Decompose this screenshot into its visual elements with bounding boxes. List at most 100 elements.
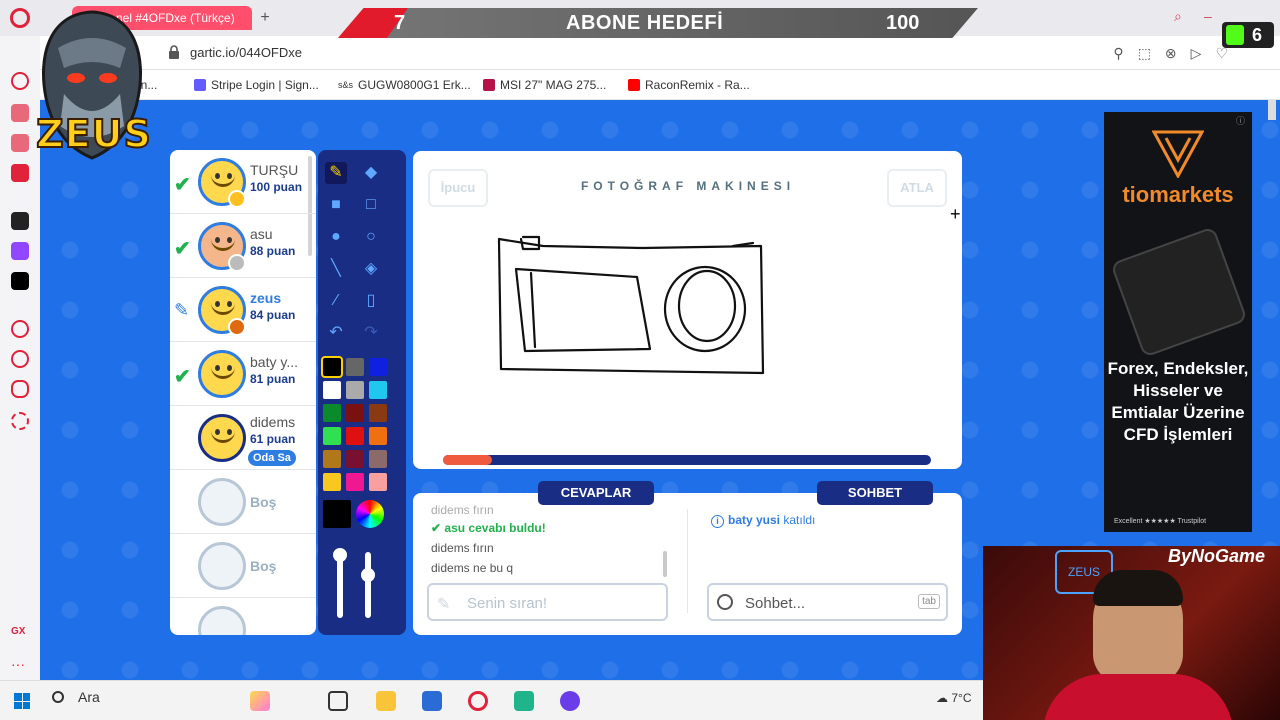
answer-input[interactable]: ✎ Senin sıran! xyxy=(427,583,668,621)
history-icon[interactable] xyxy=(11,72,29,90)
filled-rect-tool-icon[interactable]: ■ xyxy=(325,194,347,216)
bookmark-item-stripe[interactable]: Stripe Login | Sign... xyxy=(194,78,319,92)
bookmark-item-gugw[interactable]: s&s GUGW0800G1 Erk... xyxy=(338,78,471,92)
rect-tool-icon[interactable]: □ xyxy=(360,194,382,216)
app-icon[interactable] xyxy=(11,212,29,230)
color-swatch-lime[interactable] xyxy=(323,427,341,445)
empty-slot: Boş xyxy=(170,534,316,598)
x-icon[interactable] xyxy=(11,272,29,290)
eyedropper-icon[interactable]: ⁄ xyxy=(325,290,347,312)
chat-placeholder: Sohbet... xyxy=(745,595,806,612)
minimize-icon[interactable]: – xyxy=(1204,8,1212,24)
redo-icon[interactable]: ↷ xyxy=(360,322,382,344)
line-tool-icon[interactable]: ╲ xyxy=(325,258,347,280)
color-swatch-ochre[interactable] xyxy=(323,450,341,468)
player-row[interactable]: ✎ zeus 84 puan xyxy=(170,278,316,342)
color-swatch-silver[interactable] xyxy=(346,381,364,399)
bookmark-label: RaconRemix - Ra... xyxy=(645,78,750,92)
ad-choices-icon[interactable]: ⓘ xyxy=(1236,114,1248,126)
close-circle-icon[interactable]: ⊗ xyxy=(1165,45,1177,62)
youtube-icon xyxy=(628,79,640,91)
play-icon[interactable]: ▷ xyxy=(1191,45,1202,62)
empty-avatar-icon xyxy=(198,542,246,590)
new-tab-button[interactable]: + xyxy=(256,9,274,27)
windows-start-icon[interactable] xyxy=(14,693,30,709)
color-swatch-white[interactable] xyxy=(323,381,341,399)
clock-icon[interactable] xyxy=(11,350,29,368)
color-picker-wheel-icon[interactable] xyxy=(356,500,384,528)
app-icon[interactable] xyxy=(514,691,534,711)
drawing-canvas[interactable]: İpucu FOTOĞRAF MAKINESI ATLA xyxy=(413,151,962,469)
address-bar-actions: ⚲ ⬚ ⊗ ▷ ♡ xyxy=(1113,45,1228,62)
zeus-logo-text: ZEUS xyxy=(35,111,152,157)
opera-gx-icon[interactable] xyxy=(468,691,488,711)
color-swatch-gray[interactable] xyxy=(346,358,364,376)
opacity-slider[interactable] xyxy=(365,552,371,618)
copilot-icon[interactable] xyxy=(250,691,270,711)
color-swatch-blue[interactable] xyxy=(369,358,387,376)
color-swatch-cyan[interactable] xyxy=(369,381,387,399)
eraser-tool-icon[interactable]: ◆ xyxy=(360,162,382,184)
twitch-icon[interactable] xyxy=(11,242,29,260)
opera-logo-icon[interactable] xyxy=(10,8,30,28)
opacity-knob[interactable] xyxy=(361,568,375,582)
color-swatch-maroon[interactable] xyxy=(346,404,364,422)
weather-widget[interactable]: ☁ 7°C xyxy=(936,691,971,705)
task-view-icon[interactable] xyxy=(328,691,348,711)
chat-input[interactable]: Sohbet... tab xyxy=(707,583,948,621)
circle-tool-icon[interactable]: ○ xyxy=(360,226,382,248)
player-row[interactable]: ✔ asu 88 puan xyxy=(170,214,316,278)
color-swatch-taupe[interactable] xyxy=(369,450,387,468)
player-name: baty y... xyxy=(250,354,298,370)
gmail-icon[interactable] xyxy=(11,164,29,182)
filled-circle-tool-icon[interactable]: ● xyxy=(325,226,347,248)
color-swatch-red[interactable] xyxy=(346,427,364,445)
search-icon[interactable]: ⌕ xyxy=(1174,8,1182,25)
color-swatch-orange[interactable] xyxy=(369,427,387,445)
player-row[interactable]: ✔ baty y... 81 puan xyxy=(170,342,316,406)
ad-brand: tiomarkets xyxy=(1122,182,1234,207)
page-scrollbar[interactable] xyxy=(1268,100,1276,120)
player-icon[interactable] xyxy=(11,320,29,338)
fill-bucket-icon[interactable]: ◈ xyxy=(360,258,382,280)
gx-icon[interactable]: GX xyxy=(11,626,29,644)
color-swatch-black[interactable] xyxy=(321,356,343,378)
color-swatch-salmon[interactable] xyxy=(369,473,387,491)
brush-size-knob[interactable] xyxy=(333,548,347,562)
extensions-icon[interactable] xyxy=(11,104,29,122)
more-icon[interactable]: ··· xyxy=(11,656,29,674)
wallet-icon[interactable] xyxy=(11,134,29,152)
empty-slot xyxy=(170,598,316,635)
info-icon: i xyxy=(711,515,724,528)
player-name: asu xyxy=(250,226,273,242)
answers-scrollbar[interactable] xyxy=(663,551,667,577)
settings-gear-icon[interactable] xyxy=(11,412,29,430)
ad-banner[interactable]: ⓘ tiomarkets Forex, Endeksler, Hisseler … xyxy=(1104,112,1252,532)
player-row[interactable]: ✔ TURŞU 100 puan xyxy=(170,150,316,214)
taskbar-search[interactable]: Ara xyxy=(52,689,100,705)
file-explorer-icon[interactable] xyxy=(376,691,396,711)
check-icon: ✔ xyxy=(431,521,442,535)
puzzle-icon[interactable] xyxy=(11,380,29,398)
undo-icon[interactable]: ↶ xyxy=(325,322,347,344)
bookmark-icon[interactable]: ⚲ xyxy=(1113,45,1123,62)
bookmarks-bar: min... Stripe Login | Sign... s&s GUGW080… xyxy=(40,70,1280,100)
player-score: 81 puan xyxy=(250,372,296,386)
color-swatch-wine[interactable] xyxy=(346,450,364,468)
color-swatch-pink[interactable] xyxy=(346,473,364,491)
color-swatch-brown[interactable] xyxy=(369,404,387,422)
chat-title: SOHBET xyxy=(817,481,933,505)
player-row[interactable]: didems 61 puan Oda Sa xyxy=(170,406,316,470)
bookmark-item-msi[interactable]: MSI 27" MAG 275... xyxy=(483,78,606,92)
color-swatch-green[interactable] xyxy=(323,404,341,422)
store-icon[interactable] xyxy=(422,691,442,711)
url-field[interactable]: gartic.io/044OFDxe xyxy=(190,45,302,60)
search-icon xyxy=(717,594,733,610)
discord-icon[interactable] xyxy=(560,691,580,711)
page-icon[interactable]: ▯ xyxy=(360,290,382,312)
bookmark-item-racon[interactable]: RaconRemix - Ra... xyxy=(628,78,750,92)
color-swatch-yellow[interactable] xyxy=(323,473,341,491)
avatar xyxy=(198,350,246,398)
pencil-tool-icon[interactable]: ✎ xyxy=(325,162,347,184)
screenshot-icon[interactable]: ⬚ xyxy=(1138,45,1151,62)
